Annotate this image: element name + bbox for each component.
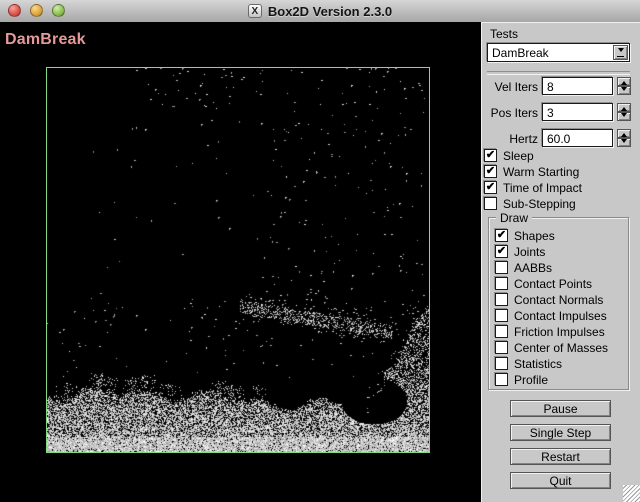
arrow-up-icon	[621, 104, 627, 111]
spinner-down-button[interactable]	[617, 112, 631, 121]
checkbox-box[interactable]	[495, 309, 508, 322]
checkbox-label: Contact Points	[514, 277, 593, 291]
hertz-field[interactable]: 60.0	[542, 129, 613, 147]
draw-group: Draw ✔ Shapes ✔ Joints AABBs Contact Poi…	[488, 211, 629, 390]
dropdown-bar-icon	[617, 56, 624, 57]
checkbox-label: Warm Starting	[503, 165, 580, 179]
spinner-up-button[interactable]	[617, 77, 631, 86]
checkbox-box[interactable]	[495, 373, 508, 386]
arrow-down-icon	[621, 87, 627, 94]
checkbox-label: Center of Masses	[514, 341, 609, 355]
world-boundary	[46, 67, 430, 453]
traffic-lights	[8, 4, 65, 17]
title-group: X Box2D Version 2.3.0	[247, 3, 393, 19]
app-window: X Box2D Version 2.3.0 DamBreak Tests Dam…	[0, 0, 640, 502]
checkbox-label: Contact Normals	[514, 293, 604, 307]
checkbox-label: Contact Impulses	[514, 309, 607, 323]
pos-iters-value: 3	[547, 106, 554, 120]
hertz-value: 60.0	[547, 132, 571, 146]
checkbox-box[interactable]: ✔	[495, 229, 508, 242]
pos-iters-stepper[interactable]	[617, 103, 631, 121]
checkbox-label: Time of Impact	[503, 181, 582, 195]
dropdown-button[interactable]	[613, 45, 628, 60]
vel-iters-value: 8	[547, 80, 554, 94]
spinner-down-button[interactable]	[617, 138, 631, 147]
checkbox-label: Shapes	[514, 229, 555, 243]
checkbox-label: Statistics	[514, 357, 563, 371]
checkbox-box[interactable]	[495, 293, 508, 306]
single-step-button[interactable]: Single Step	[510, 424, 611, 441]
tests-dropdown-value: DamBreak	[492, 46, 549, 60]
checkbox-label: Sleep	[503, 149, 534, 163]
particle-canvas[interactable]	[47, 68, 429, 452]
checkbox-label: Sub-Stepping	[503, 197, 576, 211]
titlebar[interactable]: X Box2D Version 2.3.0	[0, 0, 640, 23]
checkbox-label: Friction Impulses	[514, 325, 605, 339]
spinner-down-button[interactable]	[617, 86, 631, 95]
tests-label: Tests	[490, 27, 519, 41]
resize-grip[interactable]	[623, 485, 640, 502]
checkbox-box[interactable]: ✔	[495, 245, 508, 258]
vel-iters-field[interactable]: 8	[542, 77, 613, 95]
spinner-up-button[interactable]	[617, 103, 631, 112]
vel-iters-label: Vel Iters	[494, 80, 538, 94]
checkbox-box[interactable]	[495, 277, 508, 290]
close-button-icon[interactable]	[8, 4, 21, 17]
pause-button[interactable]: Pause	[510, 400, 611, 417]
zoom-button-icon[interactable]	[52, 4, 65, 17]
window-title: Box2D Version 2.3.0	[267, 3, 393, 19]
vel-iters-stepper[interactable]	[617, 77, 631, 95]
pos-iters-label: Pos Iters	[490, 106, 538, 120]
checkbox-box[interactable]	[495, 325, 508, 338]
pos-iters-field[interactable]: 3	[542, 103, 613, 121]
checkbox-box[interactable]	[484, 197, 497, 210]
checkbox-box[interactable]	[495, 261, 508, 274]
spinner-up-button[interactable]	[617, 129, 631, 138]
checkbox-box[interactable]: ✔	[484, 181, 497, 194]
checkbox-box[interactable]: ✔	[484, 165, 497, 178]
hertz-label: Hertz	[509, 132, 538, 146]
test-name-label: DamBreak	[5, 31, 86, 48]
control-sidebar: Tests DamBreak Vel Iters 8 Pos Iters 3 H…	[481, 22, 640, 502]
simulation-viewport[interactable]: DamBreak	[0, 22, 481, 502]
arrow-down-icon	[621, 113, 627, 120]
chevron-down-icon	[617, 48, 624, 55]
minimize-button-icon[interactable]	[30, 4, 43, 17]
tests-dropdown[interactable]: DamBreak	[487, 43, 630, 62]
separator	[487, 71, 630, 75]
checkbox-label: Profile	[514, 373, 549, 387]
restart-button[interactable]: Restart	[510, 448, 611, 465]
arrow-up-icon	[621, 78, 627, 85]
hertz-stepper[interactable]	[617, 129, 631, 147]
checkbox-box[interactable]	[495, 341, 508, 354]
arrow-down-icon	[621, 139, 627, 146]
checkbox-label: Joints	[514, 245, 546, 259]
draw-group-label: Draw	[496, 211, 533, 225]
quit-button[interactable]: Quit	[510, 472, 611, 489]
arrow-up-icon	[621, 130, 627, 137]
checkbox-box[interactable]: ✔	[484, 149, 497, 162]
x11-app-icon: X	[247, 4, 262, 18]
checkbox-box[interactable]	[495, 357, 508, 370]
checkbox-label: AABBs	[514, 261, 553, 275]
